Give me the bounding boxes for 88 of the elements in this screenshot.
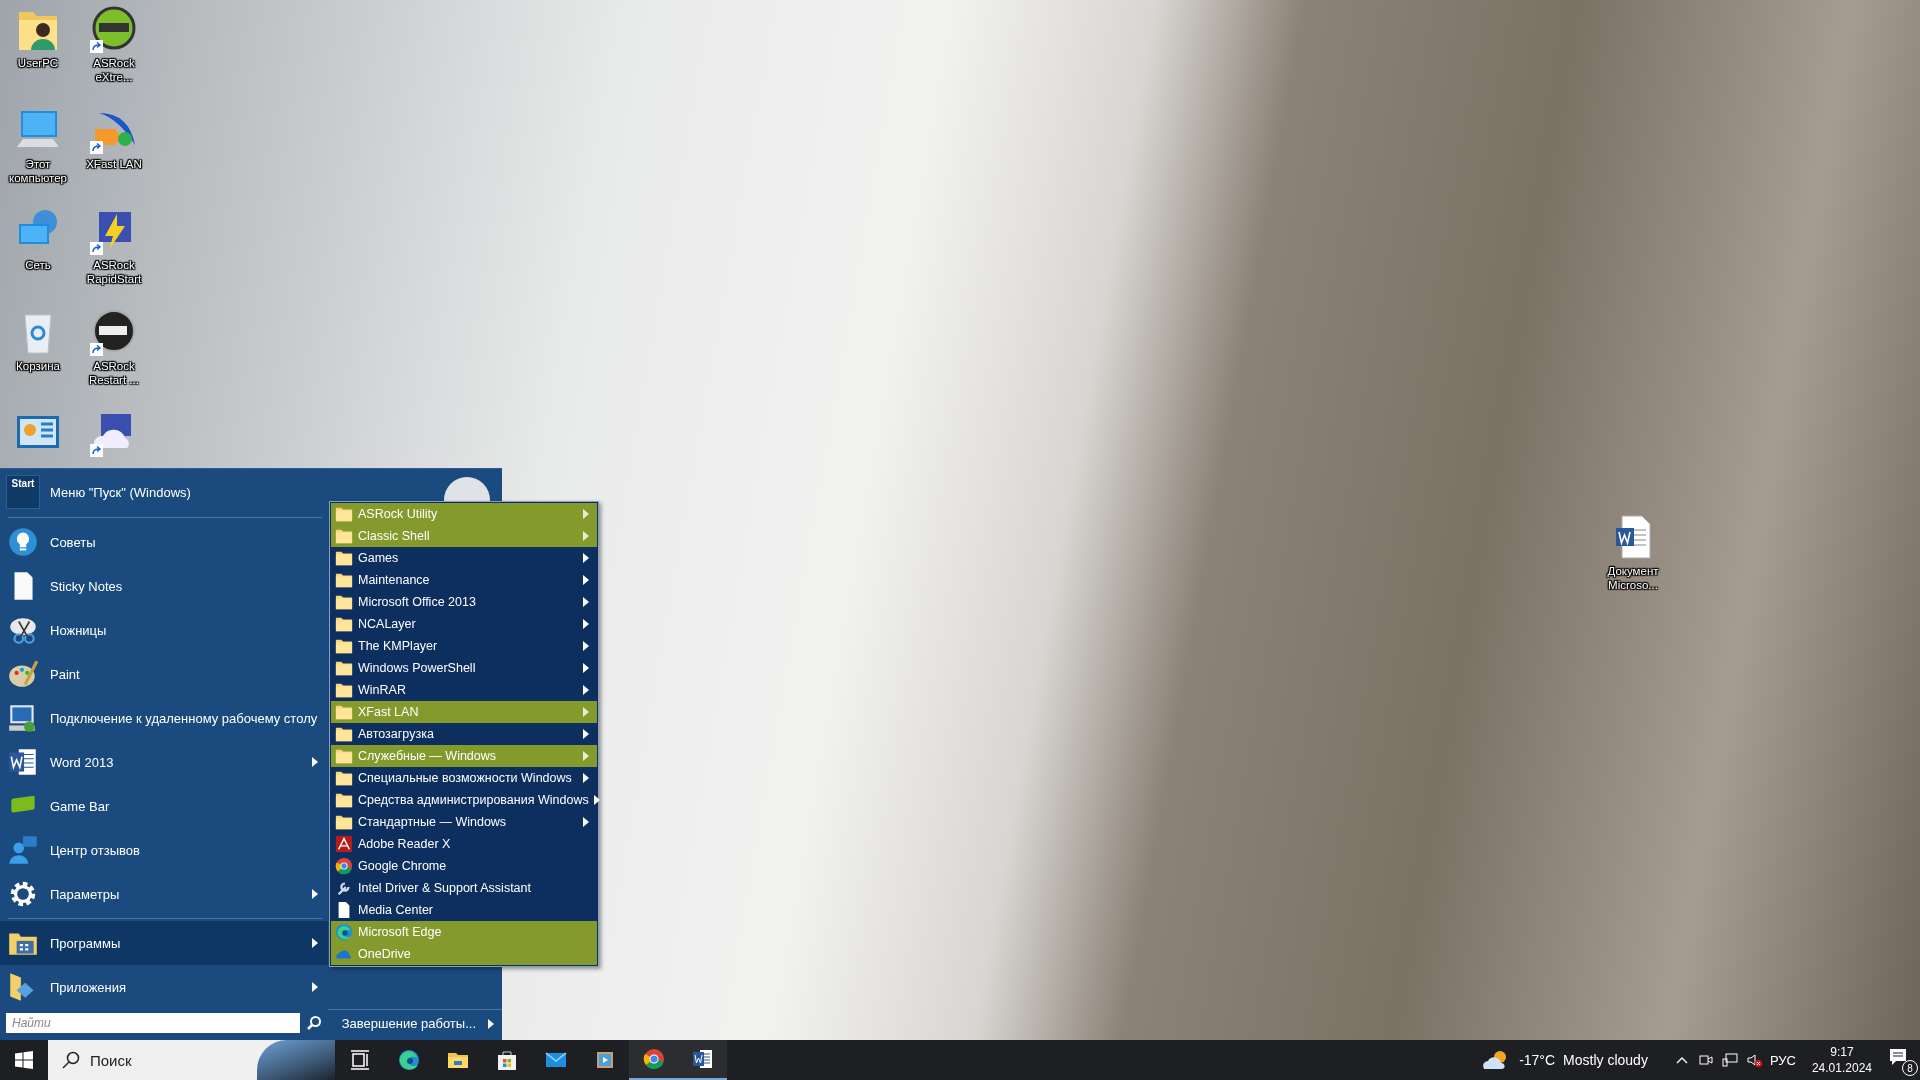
- submenu-arrow-icon: [311, 757, 318, 767]
- folder-icon: [335, 813, 353, 831]
- submenu-item[interactable]: Adobe Reader X: [331, 833, 597, 855]
- lightbulb-icon: [6, 525, 40, 559]
- submenu-item[interactable]: NCALayer: [331, 613, 597, 635]
- shutdown-button[interactable]: Завершение работы...: [327, 1009, 502, 1037]
- menu-item[interactable]: Подключение к удаленному рабочему столу: [0, 696, 328, 740]
- notification-count: 8: [1902, 1060, 1918, 1076]
- menu-item[interactable]: Ножницы: [0, 608, 328, 652]
- submenu-arrow-icon: [583, 531, 589, 541]
- taskbar-app-button[interactable]: [678, 1040, 727, 1080]
- submenu-item[interactable]: Games: [331, 547, 597, 569]
- submenu-arrow-icon: [583, 641, 589, 651]
- chrome-icon: [641, 1047, 666, 1071]
- submenu-arrow-icon: [583, 817, 589, 827]
- clock[interactable]: 9:17 24.01.2024: [1811, 1044, 1872, 1076]
- submenu-item[interactable]: Media Center: [331, 899, 597, 921]
- folder-icon: [335, 703, 353, 721]
- taskbar-app-button[interactable]: [629, 1040, 678, 1080]
- submenu-arrow-icon: [311, 889, 318, 899]
- folder-icon: [335, 659, 353, 677]
- folder-icon: [335, 747, 353, 765]
- submenu-item[interactable]: Windows PowerShell: [331, 657, 597, 679]
- submenu-item[interactable]: Средства администрирования Windows: [331, 789, 597, 811]
- submenu-item[interactable]: Google Chrome: [331, 855, 597, 877]
- user-avatar[interactable]: [444, 477, 490, 501]
- start-logo-icon: Start: [6, 475, 40, 509]
- menu-item[interactable]: Программы: [0, 921, 328, 965]
- search-field[interactable]: Найти: [6, 1013, 300, 1033]
- submenu-item[interactable]: Intel Driver & Support Assistant: [331, 877, 597, 899]
- menu-item[interactable]: Game Bar: [0, 784, 328, 828]
- windows-start-icon[interactable]: [15, 1051, 33, 1069]
- submenu-arrow-icon: [488, 1018, 494, 1029]
- folder-icon: [335, 725, 353, 743]
- folder-icon: [335, 637, 353, 655]
- submenu-arrow-icon: [583, 663, 589, 673]
- submenu-item[interactable]: Специальные возможности Windows: [331, 767, 597, 789]
- volume-muted-icon[interactable]: [1745, 1052, 1762, 1068]
- start-menu-title: Меню "Пуск" (Windows): [50, 484, 191, 500]
- submenu-arrow-icon: [583, 597, 589, 607]
- folder-icon: [335, 571, 353, 589]
- submenu-arrow-icon: [593, 795, 600, 805]
- submenu-item[interactable]: Maintenance: [331, 569, 597, 591]
- word-icon: [690, 1047, 715, 1071]
- folder-icon: [335, 681, 353, 699]
- network-icon[interactable]: [1721, 1052, 1738, 1068]
- submenu-arrow-icon: [583, 553, 589, 563]
- camera-icon[interactable]: [1697, 1052, 1714, 1068]
- submenu-item[interactable]: The KMPlayer: [331, 635, 597, 657]
- submenu-item[interactable]: Microsoft Office 2013: [331, 591, 597, 613]
- submenu-arrow-icon: [583, 575, 589, 585]
- submenu-arrow-icon: [583, 773, 589, 783]
- submenu-arrow-icon: [311, 938, 318, 948]
- edge-icon: [396, 1048, 421, 1072]
- submenu-arrow-icon: [583, 509, 589, 519]
- wrench-icon: [335, 879, 353, 897]
- submenu-arrow-icon: [583, 751, 589, 761]
- search-icon: [62, 1051, 80, 1069]
- weather-condition[interactable]: Mostly cloudy: [1563, 1052, 1648, 1068]
- search-icon[interactable]: [306, 1015, 322, 1031]
- menu-item[interactable]: Советы: [0, 520, 328, 564]
- submenu-item[interactable]: WinRAR: [331, 679, 597, 701]
- menu-item[interactable]: Word 2013: [0, 740, 328, 784]
- menu-item[interactable]: Параметры: [0, 872, 328, 916]
- submenu-arrow-icon: [583, 729, 589, 739]
- submenu-item[interactable]: Автозагрузка: [331, 723, 597, 745]
- folder-icon: [335, 593, 353, 611]
- folder-icon: [335, 549, 353, 567]
- submenu-item[interactable]: Стандартные — Windows: [331, 811, 597, 833]
- pdf-icon: [335, 835, 353, 853]
- folder-icon: [335, 791, 353, 809]
- menu-item[interactable]: Paint: [0, 652, 328, 696]
- edge-icon: [335, 923, 353, 941]
- weather-temperature[interactable]: -17°C: [1519, 1052, 1556, 1068]
- folder-icon: [335, 769, 353, 787]
- menu-item[interactable]: Sticky Notes: [0, 564, 328, 608]
- submenu-arrow-icon: [583, 619, 589, 629]
- folder-icon: [335, 615, 353, 633]
- menu-item[interactable]: Центр отзывов: [0, 828, 328, 872]
- submenu-arrow-icon: [311, 982, 318, 992]
- people-icon: [6, 833, 40, 867]
- chrome-icon: [335, 857, 353, 875]
- submenu-arrow-icon: [583, 707, 589, 717]
- submenu-arrow-icon: [583, 685, 589, 695]
- menu-item[interactable]: Приложения: [0, 965, 328, 1009]
- folder-icon: [335, 505, 353, 523]
- language-indicator[interactable]: РУС: [1769, 1052, 1796, 1068]
- folder-icon: [335, 527, 353, 545]
